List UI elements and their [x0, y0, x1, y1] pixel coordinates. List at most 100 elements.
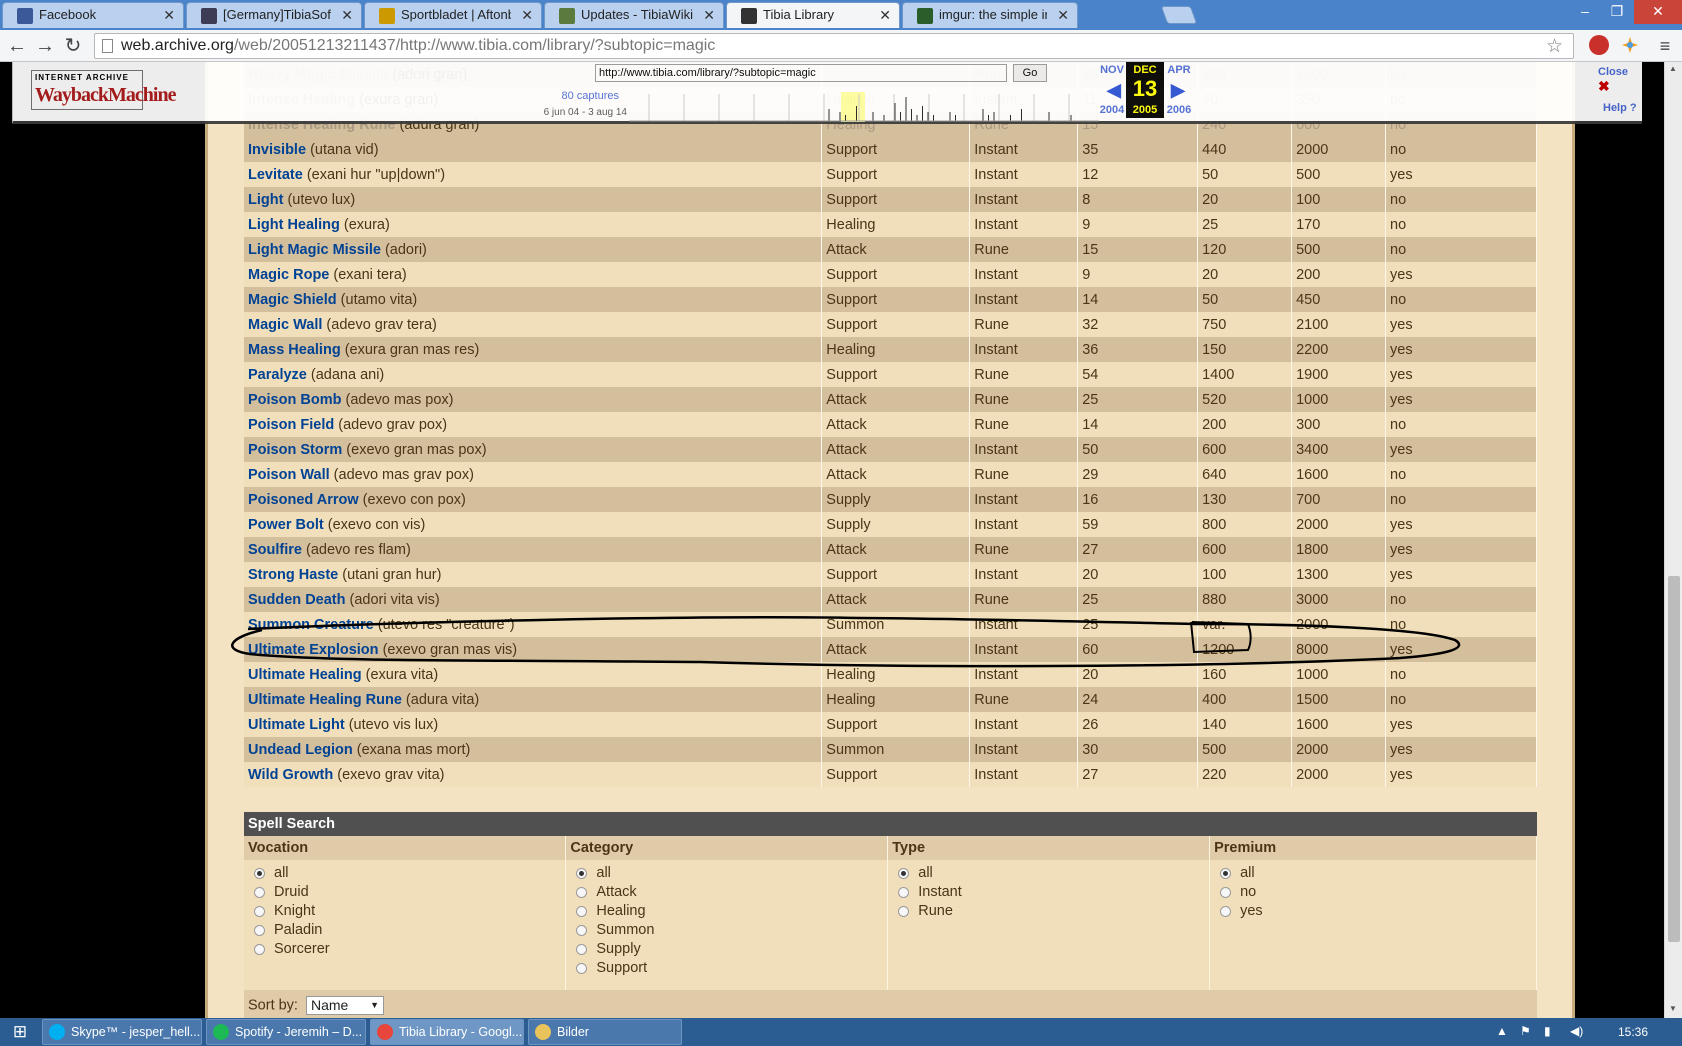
- search-option[interactable]: Instant: [892, 883, 1205, 902]
- page-scrollbar[interactable]: ▲ ▼: [1664, 62, 1682, 1018]
- search-option[interactable]: Druid: [248, 883, 561, 902]
- wayback-help-link[interactable]: Help ?: [1603, 102, 1637, 114]
- scroll-up-arrow-icon[interactable]: ▲: [1669, 64, 1677, 73]
- tab-close-icon[interactable]: ✕: [163, 3, 175, 27]
- browser-tab[interactable]: Facebook ✕: [2, 2, 184, 28]
- radio-button[interactable]: [576, 925, 588, 936]
- spell-name-link[interactable]: Undead Legion: [248, 742, 353, 758]
- search-option[interactable]: Support: [570, 959, 883, 978]
- search-option[interactable]: all: [570, 864, 883, 883]
- search-option[interactable]: Healing: [570, 902, 883, 921]
- tray-expand-icon[interactable]: ▲: [1496, 1024, 1508, 1038]
- radio-button[interactable]: [254, 868, 265, 879]
- next-year[interactable]: 2006: [1165, 104, 1193, 116]
- spell-name-link[interactable]: Light Healing: [248, 217, 340, 233]
- network-icon[interactable]: ▮: [1544, 1024, 1551, 1038]
- spell-name-link[interactable]: Soulfire: [248, 542, 302, 558]
- browser-tab[interactable]: [Germany]TibiaSoft 7.60 - ✕: [186, 2, 362, 28]
- volume-icon[interactable]: ◀): [1570, 1024, 1583, 1038]
- adblock-extension-icon[interactable]: [1589, 35, 1609, 55]
- radio-button[interactable]: [898, 906, 910, 917]
- radio-button[interactable]: [576, 963, 588, 974]
- radio-button[interactable]: [1220, 906, 1232, 917]
- bookmark-star-icon[interactable]: ☆: [1546, 35, 1563, 58]
- browser-tab[interactable]: Sportbladet | Aftonbladet ✕: [364, 2, 542, 28]
- radio-button[interactable]: [898, 868, 910, 879]
- next-capture-arrow-icon[interactable]: ▶: [1171, 80, 1185, 101]
- radio-button[interactable]: [576, 944, 588, 955]
- maximize-button[interactable]: ❐: [1602, 0, 1632, 24]
- scroll-thumb[interactable]: [1668, 576, 1680, 942]
- prev-year[interactable]: 2004: [1099, 104, 1125, 116]
- spell-name-link[interactable]: Poison Wall: [248, 467, 330, 483]
- taskbar-button[interactable]: Skype™ - jesper_hell...: [42, 1019, 202, 1045]
- spell-name-link[interactable]: Magic Rope: [248, 267, 329, 283]
- tab-close-icon[interactable]: ✕: [879, 3, 891, 27]
- spell-name-link[interactable]: Summon Creature: [248, 617, 374, 633]
- browser-tab[interactable]: Tibia Library ✕: [726, 2, 900, 28]
- spell-name-link[interactable]: Wild Growth: [248, 767, 333, 783]
- search-option[interactable]: yes: [1214, 902, 1532, 921]
- spell-name-link[interactable]: Invisible: [248, 142, 306, 158]
- radio-button[interactable]: [576, 906, 588, 917]
- captures-link[interactable]: 80 captures: [543, 90, 619, 102]
- radio-button[interactable]: [254, 944, 265, 955]
- reload-icon[interactable]: ↻: [60, 33, 86, 59]
- spell-name-link[interactable]: Sudden Death: [248, 592, 345, 608]
- address-bar[interactable]: web.archive.org/web/20051213211437/http:…: [94, 33, 1574, 59]
- spell-name-link[interactable]: Poison Bomb: [248, 392, 341, 408]
- radio-button[interactable]: [1220, 868, 1232, 879]
- radio-button[interactable]: [576, 887, 588, 898]
- search-option[interactable]: Rune: [892, 902, 1205, 921]
- tab-close-icon[interactable]: ✕: [703, 3, 715, 27]
- wayback-url-input[interactable]: http://www.tibia.com/library/?subtopic=m…: [595, 64, 1007, 82]
- menu-icon[interactable]: ≡: [1652, 33, 1678, 59]
- taskbar-clock[interactable]: 15:36: [1618, 1018, 1648, 1046]
- search-option[interactable]: Summon: [570, 921, 883, 940]
- back-arrow-icon[interactable]: ←: [4, 33, 30, 59]
- search-option[interactable]: Knight: [248, 902, 561, 921]
- color-extension-icon[interactable]: [1620, 35, 1640, 55]
- radio-button[interactable]: [254, 906, 265, 917]
- tab-close-icon[interactable]: ✕: [341, 3, 353, 27]
- next-month[interactable]: APR: [1165, 64, 1193, 76]
- browser-tab[interactable]: Updates - TibiaWiki - Que ✕: [544, 2, 724, 28]
- browser-tab[interactable]: imgur: the simple image s ✕: [902, 2, 1078, 28]
- search-option[interactable]: Paladin: [248, 921, 561, 940]
- radio-button[interactable]: [576, 868, 588, 879]
- spell-name-link[interactable]: Light Magic Missile: [248, 242, 381, 258]
- taskbar-button[interactable]: Spotify - Jeremih – D...: [206, 1019, 366, 1045]
- flag-icon[interactable]: ⚑: [1520, 1024, 1531, 1038]
- spell-name-link[interactable]: Power Bolt: [248, 517, 324, 533]
- search-option[interactable]: all: [248, 864, 561, 883]
- radio-button[interactable]: [898, 887, 910, 898]
- spell-name-link[interactable]: Strong Haste: [248, 567, 338, 583]
- prev-month[interactable]: NOV: [1099, 64, 1125, 76]
- forward-arrow-icon[interactable]: →: [32, 33, 58, 59]
- spell-name-link[interactable]: Ultimate Healing: [248, 667, 362, 683]
- search-option[interactable]: Attack: [570, 883, 883, 902]
- search-option[interactable]: no: [1214, 883, 1532, 902]
- taskbar-button[interactable]: Bilder: [528, 1019, 682, 1045]
- spell-name-link[interactable]: Light: [248, 192, 283, 208]
- tab-close-icon[interactable]: ✕: [521, 3, 533, 27]
- search-option[interactable]: Sorcerer: [248, 940, 561, 959]
- search-option[interactable]: Supply: [570, 940, 883, 959]
- spell-name-link[interactable]: Ultimate Explosion: [248, 642, 379, 658]
- address-url[interactable]: web.archive.org/web/20051213211437/http:…: [121, 34, 715, 58]
- wayback-close-button[interactable]: Close ✖: [1598, 66, 1642, 95]
- spell-name-link[interactable]: Levitate: [248, 167, 303, 183]
- spell-name-link[interactable]: Mass Healing: [248, 342, 341, 358]
- wayback-logo[interactable]: INTERNET ARCHIVE WaybackMachine: [31, 70, 176, 110]
- search-option[interactable]: all: [1214, 864, 1532, 883]
- new-tab-button[interactable]: [1160, 6, 1198, 24]
- search-option[interactable]: all: [892, 864, 1205, 883]
- radio-button[interactable]: [254, 887, 265, 898]
- window-close-button[interactable]: ✕: [1634, 0, 1682, 24]
- radio-button[interactable]: [1220, 887, 1232, 898]
- radio-button[interactable]: [254, 925, 265, 936]
- wayback-go-button[interactable]: Go: [1013, 64, 1047, 82]
- start-button-icon[interactable]: ⊞: [0, 1018, 40, 1046]
- spell-name-link[interactable]: Paralyze: [248, 367, 307, 383]
- taskbar-button[interactable]: Tibia Library - Googl...: [370, 1019, 524, 1045]
